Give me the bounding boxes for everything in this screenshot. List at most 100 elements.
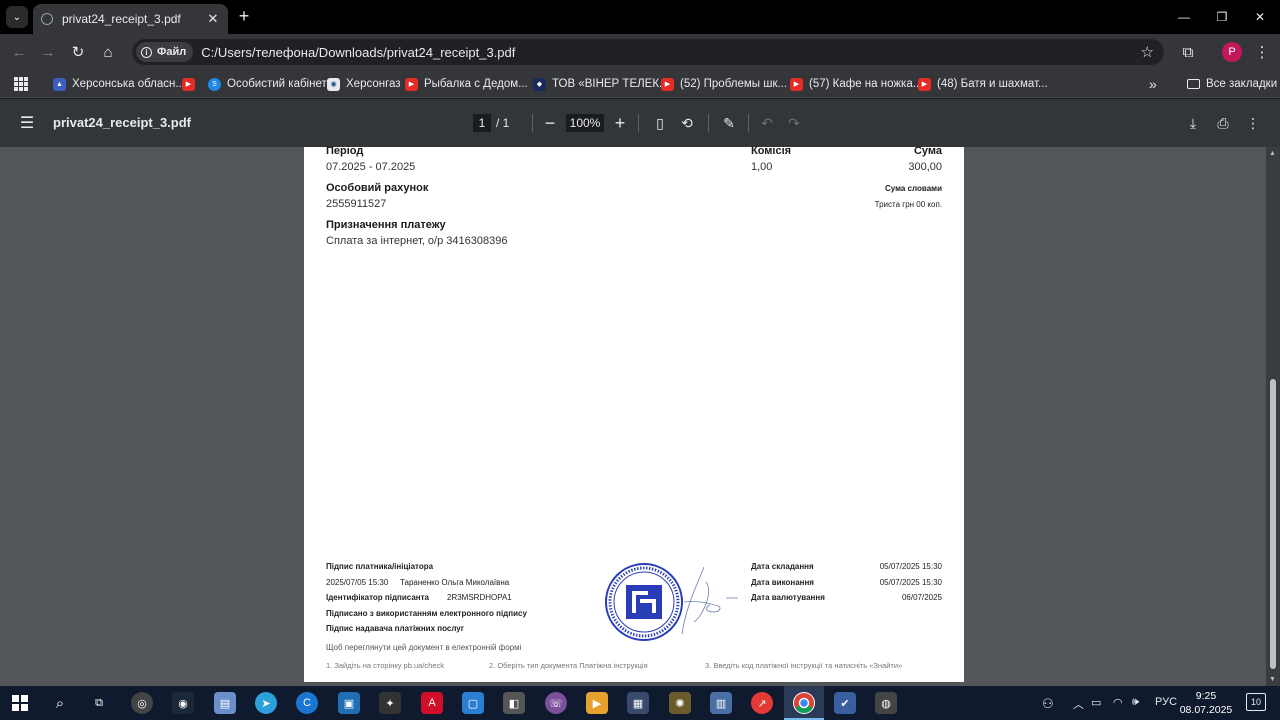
profile-avatar[interactable]: P [1222,42,1242,62]
clock-time: 9:25 [1195,690,1217,702]
game-icon[interactable]: ✺ [669,692,691,714]
extensions-icon[interactable]: ⧉ [1177,41,1199,63]
bookmark-item[interactable]: ▲ Херсонська обласн... [53,75,185,93]
pdf-more-icon[interactable]: ⋮ [1243,113,1263,133]
print-icon[interactable]: ⎙ [1213,113,1233,133]
fit-page-icon[interactable]: ▯ [650,113,670,133]
zoom-input[interactable]: 100% [566,114,604,132]
clock[interactable]: 9:25 08.07.2025 [1176,689,1236,717]
vertical-scrollbar[interactable]: ▲ ▼ [1266,147,1280,686]
scroll-up-icon[interactable]: ▲ [1269,150,1276,157]
bookmark-label: (57) Кафе на ножка... [809,78,923,90]
bookmark-item[interactable]: ▶ Рыбалка с Дедом... [405,75,528,93]
apps-icon[interactable] [14,77,28,91]
search-icon[interactable]: ⌕ [49,692,71,714]
bookmark-item[interactable]: S Особистий кабінет [208,75,327,93]
app-icon-6[interactable]: ▶ [586,692,608,714]
telegram-icon[interactable]: ➤ [255,692,277,714]
media-app-icon[interactable]: ✦ [379,692,401,714]
annotate-icon[interactable]: ✎ [719,113,739,133]
download-icon[interactable]: ⤓ [1183,113,1203,133]
app-icon-9[interactable]: ↗ [751,692,773,714]
viber-icon[interactable]: ☏ [545,692,567,714]
menu-icon[interactable]: ☰ [17,113,37,133]
bookmarks-bar: ▲ Херсонська обласн... ▶ S Особистий каб… [0,70,1280,98]
bookmark-item[interactable]: ◉ Херсонгаз [327,75,401,93]
url-text[interactable]: C:/Users/телефона/Downloads/privat24_rec… [201,45,1140,60]
home-button[interactable]: ⌂ [97,41,119,63]
toolbar-divider [532,114,533,132]
bookmarks-overflow-button[interactable]: » [1149,75,1157,93]
app-icon-3[interactable]: A [421,692,443,714]
date-executed-value: 05/07/2025 15:30 [879,578,942,587]
task-view-icon[interactable]: ⧉ [88,692,110,714]
people-icon[interactable]: ⚇ [1042,696,1054,712]
signer-id-value: 2R3MSRDHOPA1 [447,593,512,602]
app-icon-8[interactable]: ▥ [710,692,732,714]
scrollbar-thumb[interactable] [1270,379,1276,669]
bookmark-item[interactable]: ▶ [182,75,201,93]
page-number-input[interactable]: 1 [473,114,491,132]
undo-icon[interactable]: ↶ [757,113,777,133]
bookmark-item[interactable]: ◆ ТОВ «ВІНЕР ТЕЛЕК... [533,75,669,93]
maximize-button[interactable]: ❐ [1203,0,1241,34]
document-app-icon[interactable]: ▤ [214,692,236,714]
bookmark-item[interactable]: ▶ (48) Батя и шахмат... [918,75,1048,93]
browser-toolbar: ← → ↻ ⌂ i Файл C:/Users/телефона/Downloa… [0,34,1280,70]
app-icon-4[interactable]: ▢ [462,692,484,714]
commission-value: 1,00 [751,161,773,173]
tab-title: privat24_receipt_3.pdf [62,12,181,26]
bookmark-item[interactable]: ▶ (52) Проблемы шк... [661,75,787,93]
toolbar-divider [638,114,639,132]
ccleaner-icon[interactable]: C [296,692,318,714]
payer-sign-time: 2025/07/05 15:30 [326,578,389,587]
bookmark-label: Херсонгаз [346,78,401,90]
chrome-icon[interactable] [793,692,815,714]
scroll-down-icon[interactable]: ▼ [1269,676,1276,683]
app-icon-1[interactable]: ◎ [131,692,153,714]
wifi-icon[interactable]: ◠ [1113,696,1123,709]
rotate-icon[interactable]: ⟲ [677,113,697,133]
zoom-in-button[interactable]: + [610,113,630,133]
back-button[interactable]: ← [8,41,30,63]
bookmark-item[interactable]: ▶ (57) Кафе на ножка... [790,75,922,93]
volume-icon[interactable]: 🕪 [1132,696,1139,709]
toolbar-divider [748,114,749,132]
youtube-icon: ▶ [661,77,674,91]
check-step-1: 1. Зайдіть на сторінку pb.ua/check [326,661,444,670]
account-label: Особовий рахунок [326,182,429,194]
app-icon-2[interactable]: ▣ [338,692,360,714]
tab-search-button[interactable]: ⌄ [6,6,28,28]
browser-menu-icon[interactable]: ⋮ [1251,41,1273,63]
notification-count: 10 [1250,697,1261,707]
forward-button[interactable]: → [37,41,59,63]
app-icon-5[interactable]: ◧ [503,692,525,714]
battery-icon[interactable]: ▭ [1091,696,1101,709]
app-icon-10[interactable]: ✔ [834,692,856,714]
file-chip[interactable]: i Файл [136,42,194,62]
all-bookmarks-label: Все закладки [1206,78,1278,90]
tray-chevron-icon[interactable]: ︿ [1073,696,1084,712]
bookmark-star-icon[interactable]: ☆ [1141,43,1154,61]
language-indicator[interactable]: РУС [1155,696,1177,708]
address-bar[interactable]: i Файл C:/Users/телефона/Downloads/priva… [132,39,1164,65]
browser-tab[interactable]: privat24_receipt_3.pdf ✕ [33,4,228,34]
windows-start-icon[interactable] [9,692,31,714]
zoom-out-button[interactable]: − [540,113,560,133]
window-close-button[interactable]: ✕ [1241,0,1279,34]
app-icon-7[interactable]: ▦ [627,692,649,714]
steam-icon[interactable]: ◉ [172,692,194,714]
redo-icon[interactable]: ↷ [784,113,804,133]
new-tab-button[interactable]: + [234,6,254,26]
minimize-button[interactable]: — [1165,0,1203,34]
page-total: / 1 [496,116,510,130]
company-icon: ◆ [533,77,546,91]
all-bookmarks-button[interactable]: Все закладки [1187,75,1277,93]
notification-center-icon[interactable]: 10 [1246,693,1266,711]
app-icon-11[interactable]: ◍ [875,692,897,714]
reload-button[interactable]: ↻ [67,41,89,63]
file-chip-label: Файл [157,46,187,58]
e-sign-note: Підписано з використанням електронного п… [326,609,527,618]
tab-close-icon[interactable]: ✕ [206,11,220,27]
tab-strip: ⌄ privat24_receipt_3.pdf ✕ + — ❐ ✕ [0,0,1280,34]
